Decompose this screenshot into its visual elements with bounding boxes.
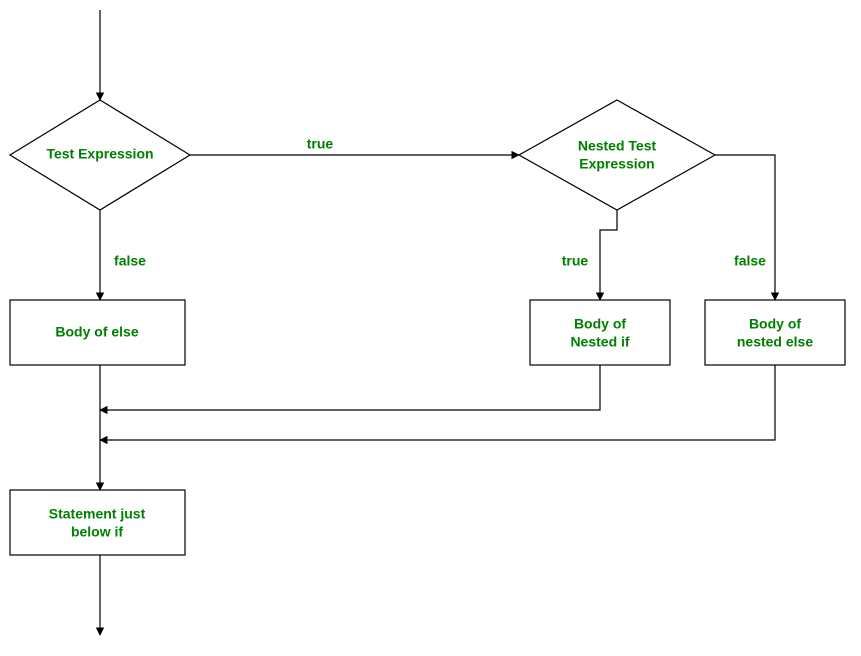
decision-nested-test-expression: Nested Test Expression — [519, 100, 715, 210]
label-statement-below-if-line1: Statement just — [49, 506, 146, 522]
label-body-nested-else-line2: nested else — [737, 334, 813, 350]
process-body-of-else: Body of else — [10, 300, 185, 365]
label-body-nested-if-line2: Nested if — [570, 334, 629, 350]
label-body-nested-else-line1: Body of — [749, 316, 801, 332]
label-edge-nested-true: true — [562, 253, 589, 269]
edge-nested-true — [600, 210, 617, 300]
process-statement-below-if: Statement just below if — [10, 490, 185, 555]
label-edge-test-false: false — [114, 253, 146, 269]
label-nested-test-expression-line2: Expression — [579, 156, 654, 172]
label-nested-test-expression-line1: Nested Test — [578, 138, 657, 154]
process-body-of-nested-else: Body of nested else — [705, 300, 845, 365]
label-body-nested-if-line1: Body of — [574, 316, 626, 332]
label-body-of-else: Body of else — [55, 324, 138, 340]
edge-nested-else-merge — [100, 365, 775, 440]
edge-nested-if-merge — [100, 365, 600, 410]
label-edge-nested-false: false — [734, 253, 766, 269]
edge-nested-false — [715, 155, 775, 300]
label-test-expression: Test Expression — [46, 146, 153, 162]
decision-test-expression: Test Expression — [10, 100, 190, 210]
process-body-of-nested-if: Body of Nested if — [530, 300, 670, 365]
label-statement-below-if-line2: below if — [71, 524, 123, 540]
label-edge-test-true: true — [307, 136, 334, 152]
